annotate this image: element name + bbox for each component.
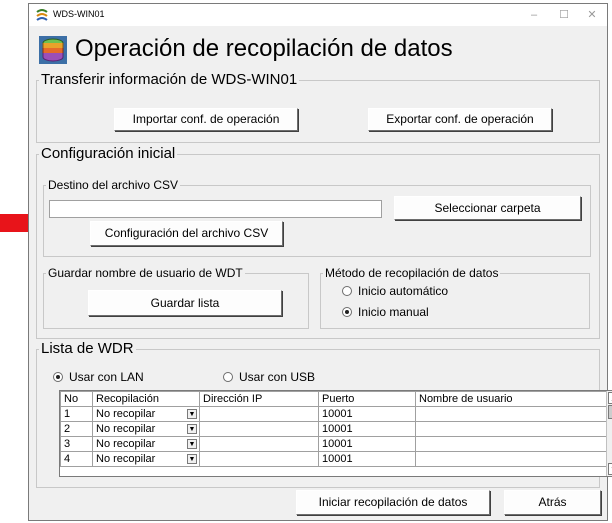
select-folder-button[interactable]: Seleccionar carpeta — [394, 196, 581, 220]
table-scrollbar[interactable]: ▲ ▼ — [606, 391, 612, 476]
page-title: Operación de recopilación de datos — [75, 35, 453, 62]
ip-cell[interactable] — [199, 421, 319, 437]
wdr-list-title: Lista de WDR — [39, 340, 136, 357]
ip-cell[interactable] — [199, 451, 319, 467]
column-header: No — [60, 391, 93, 407]
collection-value: No recopilar — [96, 423, 156, 435]
row-no: 3 — [60, 436, 93, 452]
radio-unchecked-icon — [223, 371, 233, 382]
port-cell[interactable]: 10001 — [318, 451, 416, 467]
scroll-down-icon[interactable]: ▼ — [608, 463, 612, 475]
row-no: 2 — [60, 421, 93, 437]
manual-start-label: Inicio manual — [358, 305, 429, 319]
user-cell[interactable] — [415, 436, 609, 452]
initial-config-group: Configuración inicial Destino del archiv… — [36, 145, 600, 339]
transfer-group: Transferir información de WDS-WIN01 Impo… — [36, 71, 600, 143]
user-cell[interactable] — [415, 421, 609, 437]
wdr-table: No Recopilación Dirección IP Puerto Nomb… — [59, 390, 612, 477]
collection-select[interactable]: No recopilar ▼ — [92, 406, 200, 422]
csv-path-input[interactable] — [49, 200, 382, 218]
export-config-button[interactable]: Exportar conf. de operación — [368, 108, 552, 131]
port-cell[interactable]: 10001 — [318, 406, 416, 422]
use-usb-label: Usar con USB — [239, 370, 316, 384]
collection-value: No recopilar — [96, 408, 156, 420]
start-collection-button[interactable]: Iniciar recopilación de datos — [296, 490, 490, 515]
method-group: Método de recopilación de datos Inicio a… — [320, 266, 590, 329]
main-window: WDS-WIN01 – ☐ ✕ Operación de recopilació… — [28, 3, 612, 521]
auto-start-radio[interactable]: Inicio automático — [342, 284, 448, 298]
user-cell[interactable] — [415, 451, 609, 467]
close-button[interactable]: ✕ — [577, 6, 607, 24]
transfer-group-title: Transferir información de WDS-WIN01 — [39, 71, 300, 88]
ip-cell[interactable] — [199, 436, 319, 452]
minimize-button[interactable]: – — [519, 6, 549, 24]
column-header: Puerto — [318, 391, 416, 407]
app-icon — [36, 9, 48, 21]
ip-cell[interactable] — [199, 406, 319, 422]
window-title: WDS-WIN01 — [53, 9, 105, 19]
table-row[interactable]: 4 No recopilar ▼ 10001 — [60, 451, 609, 467]
collection-select[interactable]: No recopilar ▼ — [92, 436, 200, 452]
port-cell[interactable]: 10001 — [318, 436, 416, 452]
user-cell[interactable] — [415, 406, 609, 422]
database-icon — [39, 36, 67, 64]
collection-value: No recopilar — [96, 438, 156, 450]
table-row[interactable]: 3 No recopilar ▼ 10001 — [60, 436, 609, 452]
radio-unchecked-icon — [342, 285, 352, 296]
back-button[interactable]: Atrás — [504, 490, 601, 515]
port-cell[interactable]: 10001 — [318, 421, 416, 437]
save-user-group: Guardar nombre de usuario de WDT Guardar… — [43, 266, 309, 329]
maximize-button[interactable]: ☐ — [549, 6, 579, 24]
scroll-thumb[interactable] — [608, 405, 612, 419]
chevron-down-icon[interactable]: ▼ — [187, 409, 197, 419]
table-row[interactable]: 2 No recopilar ▼ 10001 — [60, 421, 609, 437]
auto-start-label: Inicio automático — [358, 284, 449, 298]
use-usb-radio[interactable]: Usar con USB — [223, 370, 315, 384]
scroll-up-icon[interactable]: ▲ — [608, 392, 612, 404]
column-header: Dirección IP — [199, 391, 319, 407]
collection-value: No recopilar — [96, 453, 156, 465]
save-list-button[interactable]: Guardar lista — [88, 290, 282, 316]
use-lan-label: Usar con LAN — [69, 370, 144, 384]
use-lan-radio[interactable]: Usar con LAN — [53, 370, 144, 384]
collection-select[interactable]: No recopilar ▼ — [92, 451, 200, 467]
table-row[interactable]: 1 No recopilar ▼ 10001 — [60, 406, 609, 422]
csv-dest-group: Destino del archivo CSV Seleccionar carp… — [43, 178, 591, 257]
chevron-down-icon[interactable]: ▼ — [187, 439, 197, 449]
manual-start-radio[interactable]: Inicio manual — [342, 305, 429, 319]
row-no: 4 — [60, 451, 93, 467]
collection-select[interactable]: No recopilar ▼ — [92, 421, 200, 437]
csv-config-button[interactable]: Configuración del archivo CSV — [90, 221, 283, 246]
column-header: Nombre de usuario — [415, 391, 609, 407]
import-config-button[interactable]: Importar conf. de operación — [114, 108, 298, 131]
table-header-row: No Recopilación Dirección IP Puerto Nomb… — [60, 391, 609, 407]
method-title: Método de recopilación de datos — [323, 266, 501, 280]
csv-dest-title: Destino del archivo CSV — [46, 178, 181, 192]
initial-config-title: Configuración inicial — [39, 145, 178, 162]
column-header: Recopilación — [92, 391, 200, 407]
save-user-title: Guardar nombre de usuario de WDT — [46, 266, 245, 280]
chevron-down-icon[interactable]: ▼ — [187, 424, 197, 434]
title-bar: WDS-WIN01 – ☐ ✕ — [29, 4, 607, 26]
radio-checked-icon — [342, 306, 352, 317]
radio-checked-icon — [53, 371, 63, 382]
chevron-down-icon[interactable]: ▼ — [187, 454, 197, 464]
row-no: 1 — [60, 406, 93, 422]
